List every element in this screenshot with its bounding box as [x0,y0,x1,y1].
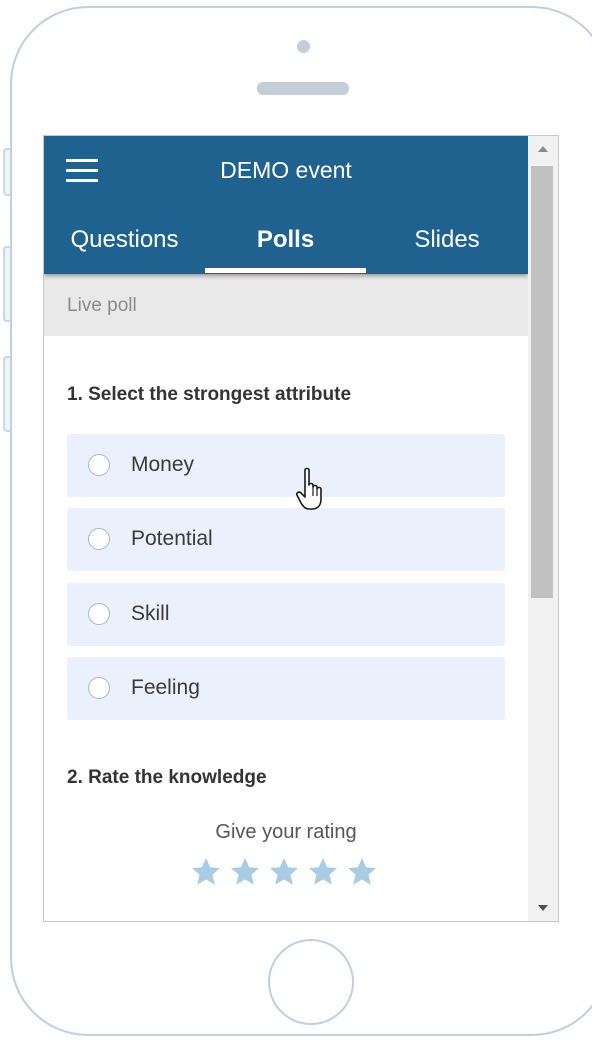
option-label: Money [131,453,195,476]
phone-home-button[interactable] [268,939,354,1025]
star-icon[interactable] [307,856,339,888]
star-rating [190,856,385,896]
star-icon[interactable] [190,856,222,888]
star-icon[interactable] [229,856,261,888]
event-title: DEMO event [220,157,352,183]
tab-questions[interactable]: Questions [44,220,205,274]
tab-polls[interactable]: Polls [205,220,366,274]
phone-speaker [257,82,349,95]
option-label: Potential [131,527,213,550]
poll-option-money[interactable]: Money [67,434,505,497]
hand-pointer-cursor-icon [296,467,322,510]
scrollbar-thumb[interactable] [531,166,553,598]
star-icon[interactable] [346,856,378,888]
rating-prompt: Give your rating [215,821,357,843]
radio-unselected-icon[interactable] [88,677,110,699]
live-poll-label: Live poll [67,295,137,316]
phone-camera [297,40,310,53]
tab-slides[interactable]: Slides [366,220,528,274]
radio-unselected-icon[interactable] [88,528,110,550]
poll-option-feeling[interactable]: Feeling [67,657,505,720]
scroll-down-arrow-icon[interactable] [528,895,558,921]
option-label: Skill [131,602,170,625]
star-icon[interactable] [268,856,300,888]
radio-unselected-icon[interactable] [88,603,110,625]
poll-option-potential[interactable]: Potential [67,508,505,571]
app-header: DEMO event Questions Polls Slides [44,136,528,274]
tab-bar: Questions Polls Slides [44,220,528,274]
scroll-up-arrow-icon[interactable] [528,136,558,162]
app-screen: DEMO event Questions Polls Slides Live p… [43,135,559,922]
option-label: Feeling [131,676,200,699]
radio-unselected-icon[interactable] [88,454,110,476]
active-tab-indicator [205,268,366,273]
phone-mockup: DEMO event Questions Polls Slides Live p… [0,0,592,1044]
live-poll-banner: Live poll [44,274,528,336]
poll-option-skill[interactable]: Skill [67,583,505,646]
question-2-title: 2. Rate the knowledge [67,767,267,788]
question-1-title: 1. Select the strongest attribute [67,384,352,405]
app-content: DEMO event Questions Polls Slides Live p… [44,136,528,921]
vertical-scrollbar[interactable] [528,136,558,921]
